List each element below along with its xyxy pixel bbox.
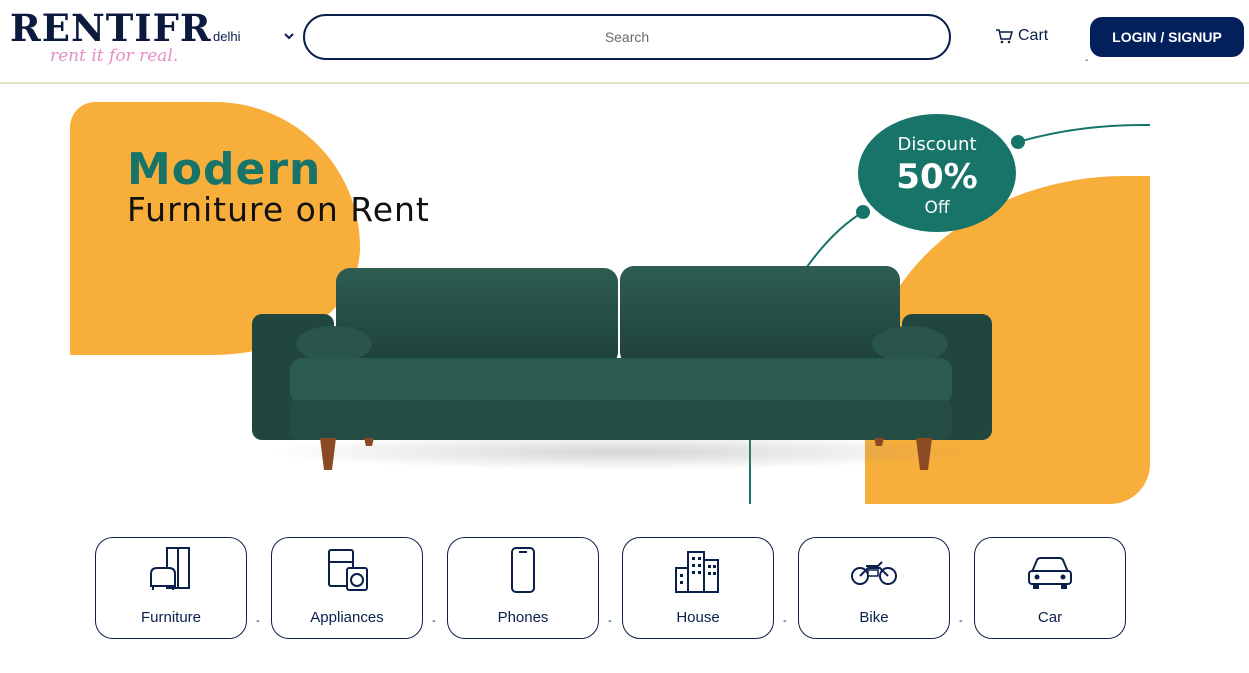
city-value: delhi <box>213 29 241 44</box>
hero-title-modern: Modern <box>127 144 322 195</box>
discount-label: Discount <box>897 134 977 155</box>
category-card-phones[interactable]: Phones <box>447 537 599 639</box>
search-bar <box>303 14 951 60</box>
category-label: Appliances <box>310 609 384 626</box>
logo-tagline: rent it for real. <box>50 46 179 66</box>
separator: - <box>959 615 963 627</box>
cart-link[interactable]: Cart <box>995 24 1048 48</box>
sofa-image <box>252 266 992 470</box>
site-header: RENTIFR rent it for real. delhi Cart LOG… <box>0 0 1249 84</box>
bike-icon <box>851 561 897 585</box>
category-card-appliances[interactable]: Appliances <box>271 537 423 639</box>
category-card-bike[interactable]: Bike <box>798 537 950 639</box>
separator: - <box>432 615 436 627</box>
furniture-icon <box>150 547 190 590</box>
separator: - <box>608 615 612 627</box>
logo[interactable]: RENTIFR rent it for real. <box>10 8 211 72</box>
cart-icon <box>996 29 1013 44</box>
logo-wordmark: RENTIFR <box>10 6 212 50</box>
house-icon <box>675 551 719 593</box>
category-card-furniture[interactable]: Furniture <box>95 537 247 639</box>
chevron-down-icon <box>284 33 294 40</box>
search-input[interactable] <box>305 16 949 58</box>
separator: - <box>256 615 260 627</box>
car-icon <box>1028 557 1072 589</box>
category-label: Car <box>1037 609 1063 626</box>
discount-badge: Discount 50% Off <box>858 114 1016 232</box>
discount-value: 50% <box>896 157 978 197</box>
discount-suffix: Off <box>924 198 950 218</box>
category-card-car[interactable]: Car <box>974 537 1126 639</box>
category-card-house[interactable]: House <box>622 537 774 639</box>
category-label: Phones <box>497 609 549 626</box>
category-label: Furniture <box>140 609 202 626</box>
cart-label: Cart <box>1018 27 1049 44</box>
divider-mark: - <box>1085 55 1089 66</box>
category-label: House <box>676 609 720 626</box>
hero-banner[interactable]: Modern Furniture on Rent Discount 50% Of… <box>70 102 1150 504</box>
login-signup-button[interactable]: LOGIN / SIGNUP <box>1090 17 1244 57</box>
category-label: Bike <box>859 609 889 626</box>
category-list: Furniture - Appliances - Phones - House … <box>95 537 1135 639</box>
city-select[interactable]: delhi <box>213 27 299 47</box>
appliances-icon <box>328 549 368 591</box>
phone-icon <box>511 547 535 593</box>
hero-title-furniture: Furniture on Rent <box>127 190 430 229</box>
separator: - <box>783 615 787 627</box>
